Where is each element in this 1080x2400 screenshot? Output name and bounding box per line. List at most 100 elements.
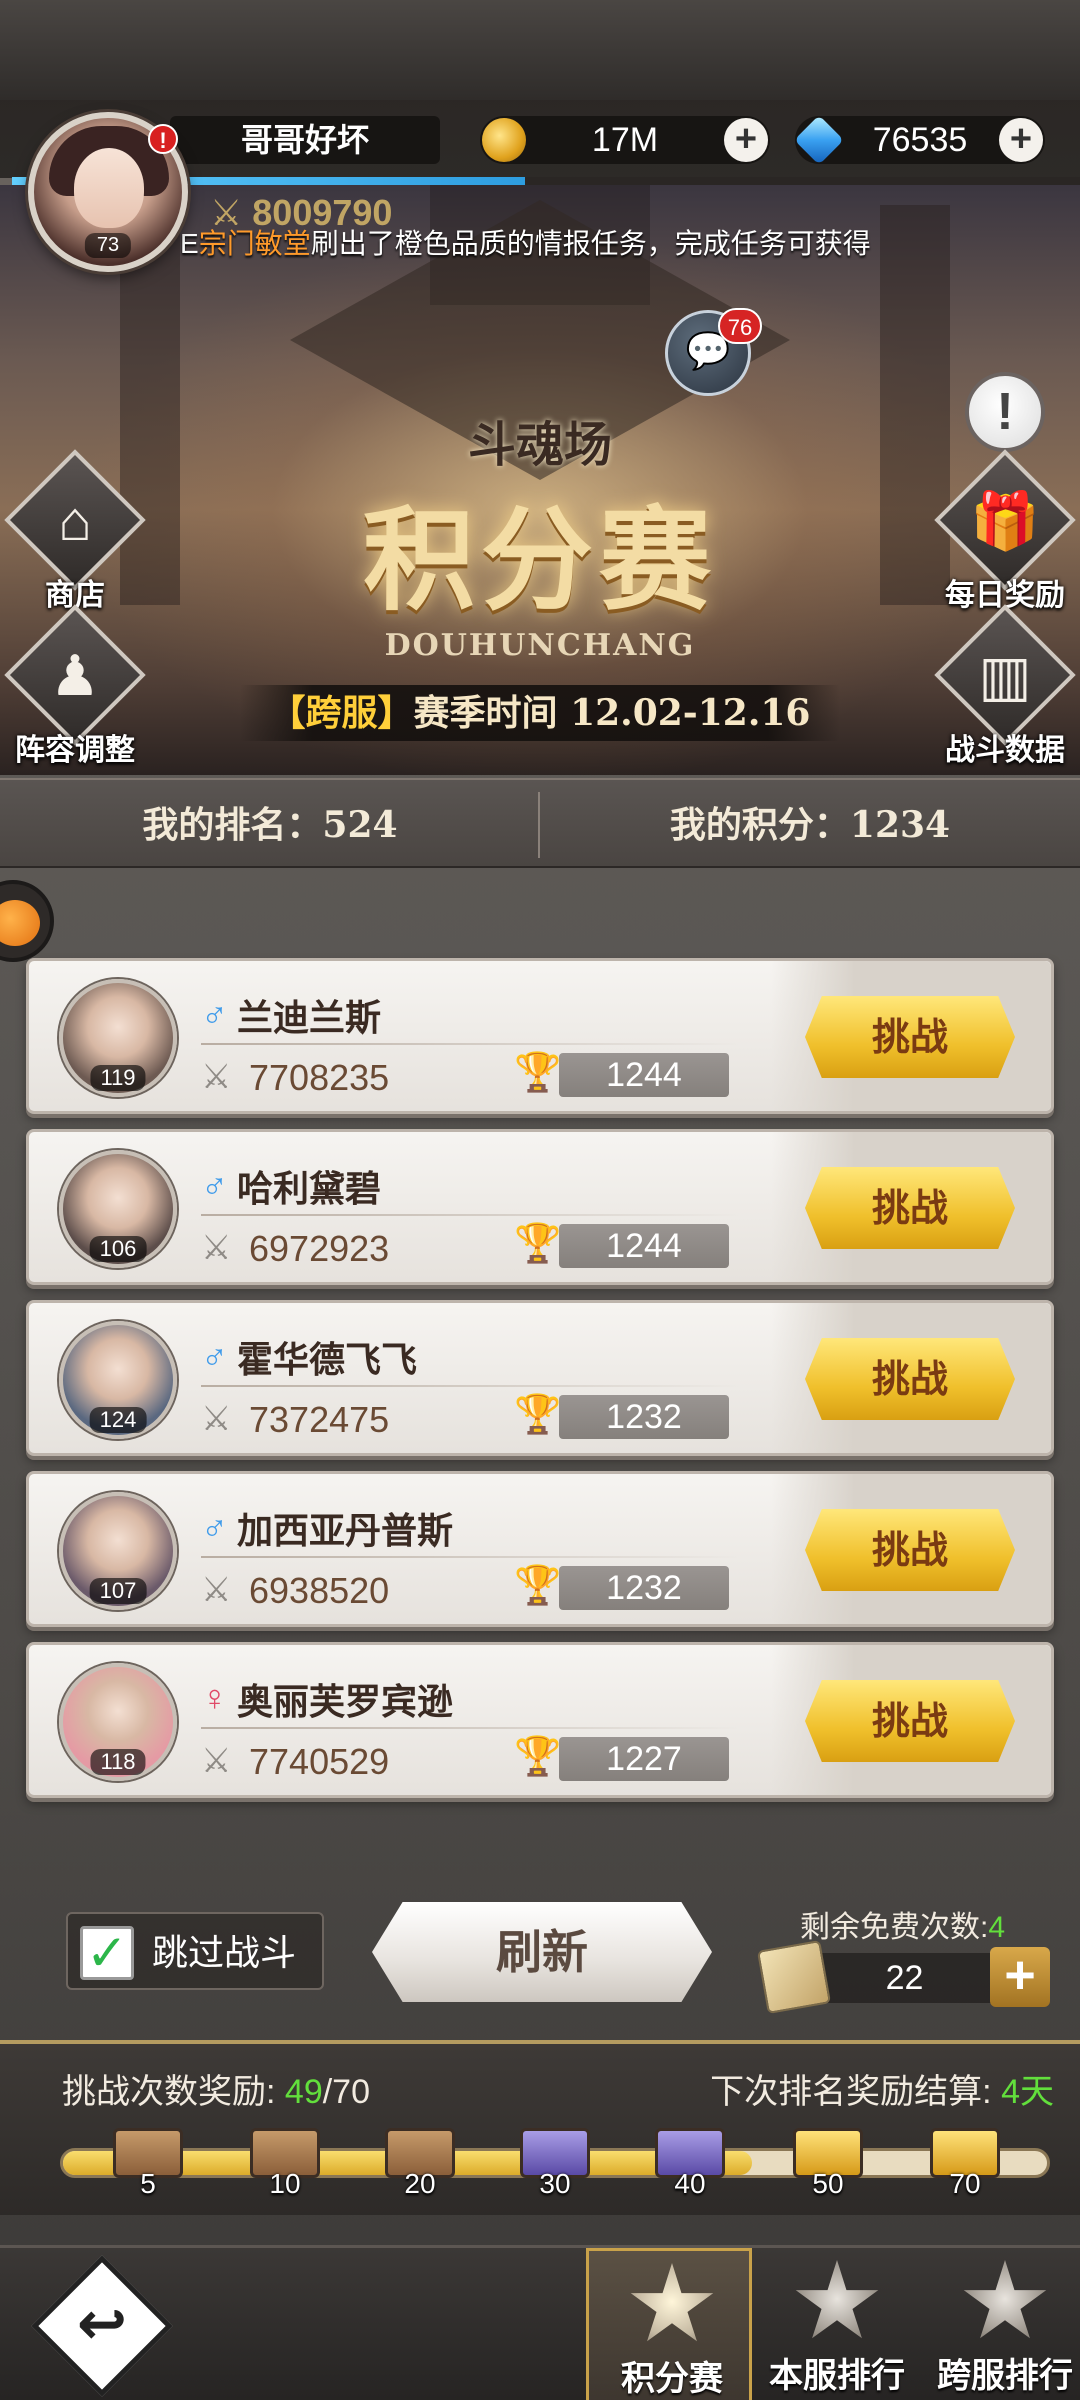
- opponent-card: 118 ♀ 奥丽芙罗宾逊 ⚔ 7740529 🏆 1227 挑战: [26, 1642, 1054, 1798]
- male-gender-icon: ♂: [201, 1335, 228, 1376]
- chest-threshold: 5: [140, 2168, 156, 2199]
- opponent-avatar[interactable]: 124: [59, 1321, 177, 1439]
- free-attempts-count: 4: [988, 1911, 1006, 1944]
- back-arrow-icon: ↩: [76, 2290, 128, 2357]
- mascot-float-button[interactable]: [0, 880, 54, 962]
- season-dates: 赛季时间 12.02-12.16: [413, 692, 811, 734]
- battle-stats-label: 战斗数据: [945, 734, 1065, 767]
- crossed-swords-icon: ⚔: [201, 1058, 232, 1096]
- diamond-icon: [794, 115, 844, 165]
- challenge-button[interactable]: 挑战: [805, 1167, 1015, 1249]
- refresh-button[interactable]: 刷新: [372, 1902, 712, 2002]
- challenge-button[interactable]: 挑战: [805, 1680, 1015, 1762]
- opponent-list: 119 ♂ 兰迪兰斯 ⚔ 7708235 🏆 1244 挑战 106 ♂ 哈利黛碧 ⚔ 6972923 🏆…: [26, 958, 1054, 1813]
- name-divider: [201, 1043, 741, 1045]
- opponent-score: 1244: [559, 1053, 729, 1097]
- checkmark-icon[interactable]: ✓: [80, 1926, 134, 1980]
- opponent-avatar[interactable]: 106: [59, 1150, 177, 1268]
- add-ticket-button[interactable]: +: [990, 1947, 1050, 2007]
- player-name: 哥哥好坏: [170, 116, 440, 164]
- daily-reward-button[interactable]: 🎁 每日奖励: [930, 449, 1080, 620]
- arena-english-title: DOUHUNCHANG: [384, 628, 696, 663]
- opponent-level: 118: [90, 1749, 146, 1775]
- opponent-score: 1244: [559, 1224, 729, 1268]
- name-divider: [201, 1727, 741, 1729]
- lineup-label: 阵容调整: [15, 734, 135, 767]
- season-server-tag: 【跨服】: [269, 692, 414, 734]
- tab-label: 跨服排行: [937, 2356, 1073, 2396]
- my-rank-bar: 我的排名：524 我的积分：1234: [0, 778, 1080, 868]
- reward-chest-30[interactable]: 30: [510, 2116, 600, 2199]
- chest-threshold: 70: [949, 2168, 981, 2199]
- reward-chest-50[interactable]: 50: [783, 2116, 873, 2199]
- reward-total: /70: [322, 2073, 370, 2111]
- shop-button[interactable]: ⌂ 商店: [0, 449, 150, 620]
- reward-title-text: 挑战次数奖励:: [62, 2073, 276, 2111]
- tab-server-ranking[interactable]: 本服排行: [754, 2248, 920, 2400]
- gem-counter: 76535 +: [794, 115, 1045, 165]
- opponent-power: 7708235: [249, 1057, 390, 1098]
- status-bar-area: [0, 0, 1080, 100]
- challenge-button[interactable]: 挑战: [805, 1509, 1015, 1591]
- chest-threshold: 50: [812, 2168, 844, 2199]
- reward-chest-10[interactable]: 10: [240, 2116, 330, 2199]
- reward-current: 49: [284, 2073, 323, 2111]
- opponent-level: 119: [90, 1065, 146, 1091]
- challenge-button[interactable]: 挑战: [805, 1338, 1015, 1420]
- opponent-score: 1232: [559, 1395, 729, 1439]
- battle-stats-button[interactable]: ▥ 战斗数据: [930, 604, 1080, 775]
- crossed-swords-icon: ⚔: [201, 1571, 232, 1609]
- add-gems-button[interactable]: +: [999, 118, 1043, 162]
- opponent-name: 奥丽芙罗宾逊: [237, 1681, 454, 1723]
- opponent-power: 7372475: [249, 1399, 390, 1440]
- ticker-text: 刷出了橙色品质的情报任务，完成任务可获得: [310, 228, 871, 259]
- opponent-avatar[interactable]: 118: [59, 1663, 177, 1781]
- arena-subtitle: 斗魂场: [467, 417, 612, 473]
- reward-chest-40[interactable]: 40: [645, 2116, 735, 2199]
- trophy-icon: 🏆: [514, 1052, 562, 1094]
- reward-chest-20[interactable]: 20: [375, 2116, 465, 2199]
- name-divider: [201, 1385, 741, 1387]
- free-attempts-label: 剩余免费次数:4: [800, 1902, 1005, 1946]
- star-emblem-icon: [963, 2260, 1047, 2339]
- tab-points-match[interactable]: 积分赛: [586, 2248, 752, 2400]
- add-gold-button[interactable]: +: [724, 118, 768, 162]
- tab-cross-server-ranking[interactable]: 跨服排行: [922, 2248, 1080, 2400]
- player-level: 73: [84, 233, 132, 258]
- name-divider: [201, 1556, 741, 1558]
- opponent-card: 106 ♂ 哈利黛碧 ⚔ 6972923 🏆 1244 挑战: [26, 1129, 1054, 1285]
- lineup-button[interactable]: ♟ 阵容调整: [0, 604, 150, 775]
- gold-value: 17M: [591, 121, 659, 159]
- star-emblem-icon: [630, 2263, 714, 2342]
- season-info: 【跨服】赛季时间 12.02-12.16: [240, 685, 840, 741]
- ticker-prefix: E: [180, 228, 199, 259]
- opponent-avatar[interactable]: 107: [59, 1492, 177, 1610]
- opponent-level: 124: [89, 1407, 147, 1433]
- name-divider: [201, 1214, 741, 1216]
- mascot-icon: [0, 900, 40, 946]
- opponent-name: 哈利黛碧: [237, 1168, 382, 1210]
- challenge-tickets: 22 +: [756, 1939, 1052, 2015]
- player-avatar[interactable]: 73 !: [28, 112, 188, 272]
- opponent-card: 124 ♂ 霍华德飞飞 ⚔ 7372475 🏆 1232 挑战: [26, 1300, 1054, 1456]
- info-button[interactable]: !: [965, 372, 1045, 452]
- announcement-ticker: E宗门敏堂刷出了橙色品质的情报任务，完成任务可获得: [180, 222, 900, 266]
- tab-label: 本服排行: [769, 2356, 905, 2396]
- trophy-icon: 🏆: [514, 1223, 562, 1265]
- opponent-avatar[interactable]: 119: [59, 979, 177, 1097]
- free-attempts-text: 剩余免费次数:: [800, 1911, 989, 1944]
- my-rank: 我的排名：524: [142, 804, 398, 846]
- chest-threshold: 40: [674, 2168, 706, 2199]
- arena-title: 积分赛: [363, 495, 717, 626]
- reward-chest-70[interactable]: 70: [920, 2116, 1010, 2199]
- tab-label: 积分赛: [621, 2359, 723, 2399]
- challenge-button[interactable]: 挑战: [805, 996, 1015, 1078]
- reward-chest-5[interactable]: 5: [103, 2116, 193, 2199]
- opponent-card: 107 ♂ 加西亚丹普斯 ⚔ 6938520 🏆 1232 挑战: [26, 1471, 1054, 1627]
- challenge-reward-panel: 挑战次数奖励: 49/70 下次排名奖励结算: 4天 5 10 20 30 40 50 70: [0, 2040, 1080, 2215]
- ticker-highlight: 宗门敏堂: [198, 228, 311, 259]
- crossed-swords-icon: ⚔: [201, 1400, 232, 1438]
- skip-battle-toggle[interactable]: ✓ 跳过战斗: [66, 1912, 324, 1990]
- reward-progress-label: 挑战次数奖励: 49/70: [62, 2064, 370, 2113]
- opponent-power: 6972923: [249, 1228, 390, 1269]
